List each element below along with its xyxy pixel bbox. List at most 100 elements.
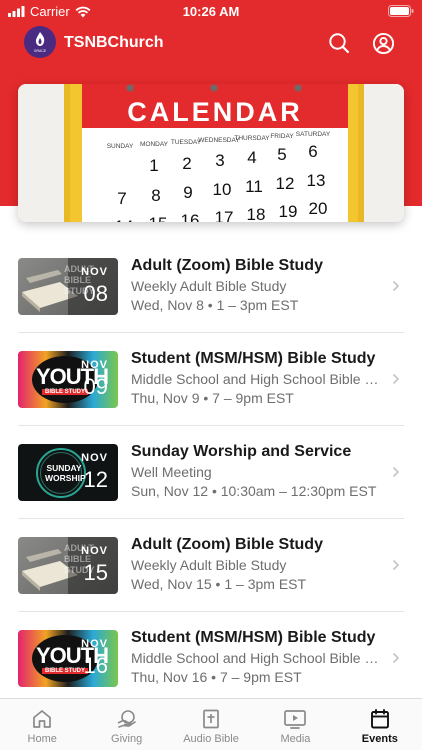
event-datetime: Wed, Nov 15 • 1 – 3pm EST [131, 576, 307, 592]
event-title: Adult (Zoom) Bible Study [131, 536, 323, 553]
tab-label: Giving [111, 733, 143, 745]
event-datetime: Sun, Nov 12 • 10:30am – 12:30pm EST [131, 483, 377, 499]
event-title: Student (MSM/HSM) Bible Study [131, 629, 376, 646]
media-icon [284, 710, 307, 729]
event-datetime: Thu, Nov 9 • 7 – 9pm EST [131, 390, 294, 406]
tab-giving[interactable]: Giving [84, 699, 168, 750]
event-thumbnail: ADULT BIBLE STUDY NOV 08 [18, 258, 118, 315]
church-logo[interactable]: GRACE [24, 26, 56, 58]
chevron-right-icon [392, 466, 400, 478]
thumb-month: NOV [81, 638, 108, 650]
calendar-day: 14 [115, 217, 134, 222]
event-subtitle: Weekly Adult Bible Study [131, 278, 287, 294]
thumb-month: NOV [81, 545, 108, 557]
event-subtitle: Well Meeting [131, 464, 212, 480]
calendar-icon [370, 709, 389, 729]
tab-events[interactable]: Events [338, 699, 422, 750]
calendar-day: 11 [245, 177, 263, 196]
weekday-label: FRIDAY [270, 133, 294, 140]
logo-flame-icon: GRACE [34, 32, 47, 53]
weekday-label: SUNDAY [107, 143, 134, 150]
bible-icon [203, 709, 219, 729]
calendar-day: 18 [247, 205, 266, 222]
thumb-tagline: BIBLE STUDY [42, 668, 89, 674]
event-row[interactable]: YOUTH BIBLE STUDY NOV 09 Student (MSM/HS… [0, 333, 422, 426]
calendar-day: 4 [247, 148, 256, 167]
chevron-right-icon [392, 652, 400, 664]
event-thumbnail: YOUTH BIBLE STUDY NOV 09 [18, 351, 118, 408]
battery-icon [388, 5, 414, 17]
event-datetime: Wed, Nov 8 • 1 – 3pm EST [131, 297, 299, 313]
thumb-month: NOV [81, 266, 108, 278]
weekday-label: THURSDAY [234, 135, 270, 142]
event-row[interactable]: ADULT BIBLE STUDY NOV 08 Adult (Zoom) Bi… [0, 240, 422, 333]
event-row[interactable]: YOUTH BIBLE STUDY NOV 16 Student (MSM/HS… [0, 612, 422, 705]
event-subtitle: Middle School and High School Bible Stud… [131, 371, 385, 387]
calendar-day: 19 [279, 202, 298, 221]
calendar-day: 12 [276, 174, 295, 193]
banner-heading: CALENDAR [127, 97, 303, 127]
events-list: ADULT BIBLE STUDY NOV 08 Adult (Zoom) Bi… [0, 240, 422, 705]
chevron-right-icon [392, 373, 400, 385]
chevron-right-icon [392, 559, 400, 571]
thumb-day: 08 [83, 281, 108, 306]
home-icon [33, 710, 52, 728]
event-row[interactable]: ADULT BIBLE STUDY NOV 15 Adult (Zoom) Bi… [0, 519, 422, 612]
calendar-day: 13 [307, 171, 326, 190]
profile-button[interactable] [370, 30, 396, 56]
thumb-month: NOV [81, 359, 108, 371]
calendar-day: 5 [277, 145, 286, 164]
tab-home[interactable]: Home [0, 699, 84, 750]
events-screen: Carrier 10:26 AM GRACE TSNBChurch CALEND… [0, 0, 422, 750]
search-icon [329, 33, 350, 54]
thumb-title: SUNDAY WORSHIP [45, 463, 86, 483]
event-datetime: Thu, Nov 16 • 7 – 9pm EST [131, 669, 302, 685]
thumb-month: NOV [81, 452, 108, 464]
calendar-day: 9 [183, 183, 192, 202]
calendar-day: 6 [308, 142, 317, 161]
weekday-label: MONDAY [140, 141, 169, 148]
thumb-tagline: BIBLE STUDY [42, 389, 89, 395]
calendar-day: 7 [117, 189, 126, 208]
calendar-day: 10 [213, 180, 232, 199]
search-button[interactable] [326, 30, 352, 56]
event-title: Adult (Zoom) Bible Study [131, 257, 323, 274]
weekday-label: TUESDAY [171, 139, 202, 146]
tab-bar: Home Giving Audio Bible Media Events [0, 698, 422, 750]
event-thumbnail: ADULT BIBLE STUDY NOV 15 [18, 537, 118, 594]
event-row[interactable]: SUNDAY WORSHIP NOV 12 Sunday Worship and… [0, 426, 422, 519]
calendar-day: 8 [151, 186, 160, 205]
thumb-day: 16 [83, 653, 108, 678]
calendar-banner[interactable]: CALENDAR SUNDAY MONDAY TUESDAY WEDNESDAY… [18, 84, 404, 222]
calendar-day: 2 [182, 154, 191, 173]
calendar-day: 15 [149, 214, 168, 222]
giving-icon [117, 710, 136, 728]
status-bar: Carrier 10:26 AM [0, 0, 422, 22]
logo-text: GRACE [34, 49, 47, 53]
thumb-day: 15 [83, 560, 108, 585]
tab-label: Home [27, 733, 57, 745]
tab-media[interactable]: Media [253, 699, 337, 750]
event-thumbnail: SUNDAY WORSHIP NOV 12 [18, 444, 118, 501]
tab-audio-bible[interactable]: Audio Bible [169, 699, 253, 750]
status-time: 10:26 AM [182, 4, 240, 19]
calendar-day: 1 [149, 156, 158, 175]
profile-icon [372, 32, 394, 54]
event-subtitle: Weekly Adult Bible Study [131, 557, 287, 573]
chevron-right-icon [392, 280, 400, 292]
calendar-banner-image: CALENDAR SUNDAY MONDAY TUESDAY WEDNESDAY… [18, 84, 404, 222]
tab-label: Media [280, 733, 311, 745]
event-thumbnail: YOUTH BIBLE STUDY NOV 16 [18, 630, 118, 687]
weekday-label: SATURDAY [296, 131, 331, 138]
app-title: TSNBChurch [64, 34, 164, 51]
calendar-day: 16 [181, 211, 200, 222]
calendar-day: 20 [309, 199, 328, 218]
tab-label: Events [361, 733, 398, 745]
thumb-day: 09 [83, 374, 108, 399]
thumb-day: 12 [83, 467, 108, 492]
app-header: GRACE TSNBChurch [0, 26, 422, 62]
calendar-day: 17 [215, 208, 234, 222]
event-subtitle: Middle School and High School Bible Stud… [131, 650, 385, 666]
calendar-day: 3 [215, 151, 224, 170]
tab-label: Audio Bible [183, 733, 239, 745]
